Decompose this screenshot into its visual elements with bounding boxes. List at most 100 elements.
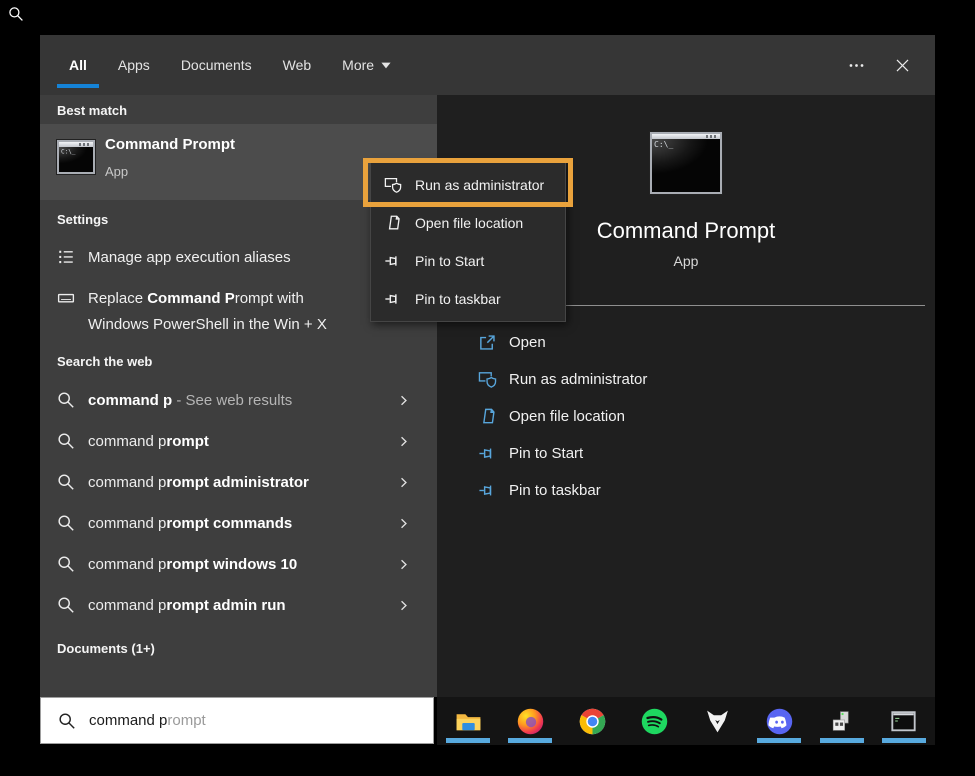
tab-documents[interactable]: Documents xyxy=(169,35,264,95)
taskbar-button-firefox[interactable] xyxy=(499,697,561,745)
chevron-right-icon[interactable] xyxy=(397,599,410,612)
documents-header: Documents (1+) xyxy=(57,641,155,656)
search-icon xyxy=(57,596,75,614)
search-icon xyxy=(57,555,75,573)
menu-item-label: Pin to taskbar xyxy=(415,291,501,307)
settings-result-label: Replace Command Prompt with Windows Powe… xyxy=(88,286,338,338)
app-action-open-file-location[interactable]: Open file location xyxy=(437,398,935,435)
taskbar-button-foobar2000[interactable] xyxy=(686,697,748,745)
best-match-header: Best match xyxy=(57,103,127,118)
search-filter-tabstrip: All Apps Documents Web More xyxy=(40,35,935,95)
running-indicator xyxy=(446,738,490,743)
tab-apps[interactable]: Apps xyxy=(106,35,162,95)
firefox-icon xyxy=(516,707,545,736)
chevron-right-icon[interactable] xyxy=(397,476,410,489)
action-label: Run as administrator xyxy=(509,371,647,388)
chevron-right-icon[interactable] xyxy=(397,435,410,448)
taskbar-button-discord[interactable] xyxy=(748,697,810,745)
run-as-admin-icon xyxy=(384,176,402,194)
tab-web[interactable]: Web xyxy=(271,35,324,95)
run-as-admin-icon xyxy=(478,370,497,389)
open-file-location-icon xyxy=(478,407,497,426)
action-label: Open file location xyxy=(509,408,625,425)
taskbar-button-utility-app[interactable] xyxy=(811,697,873,745)
utility-app-icon xyxy=(827,707,856,736)
app-action-run-as-administrator[interactable]: Run as administrator xyxy=(437,361,935,398)
tab-more[interactable]: More xyxy=(330,35,403,95)
taskbar xyxy=(437,697,935,745)
command-prompt-app-icon: C:\_ xyxy=(650,132,722,194)
menu-item-label: Open file location xyxy=(415,215,523,231)
close-button[interactable] xyxy=(885,48,919,82)
taskbar-button-command-prompt[interactable] xyxy=(873,697,935,745)
tab-label: Web xyxy=(283,57,312,73)
suggestion-label: command prompt windows 10 xyxy=(88,556,297,573)
pin-icon xyxy=(384,252,402,270)
taskbar-button-google-chrome[interactable] xyxy=(562,697,624,745)
suggestion-label: command prompt xyxy=(88,433,209,450)
search-input-text: command prompt xyxy=(89,712,206,729)
chevron-right-icon[interactable] xyxy=(397,394,410,407)
best-match-app-type: App xyxy=(105,164,128,179)
web-search-suggestion-row[interactable]: command prompt commands xyxy=(40,503,437,544)
web-search-suggestion-row[interactable]: command prompt admin run xyxy=(40,585,437,626)
search-icon xyxy=(58,712,76,730)
search-input[interactable]: command prompt xyxy=(40,697,434,744)
chevron-right-icon[interactable] xyxy=(397,558,410,571)
settings-result-label: Manage app execution aliases xyxy=(88,249,291,266)
chrome-icon xyxy=(578,707,607,736)
taskbar-button-file-explorer[interactable] xyxy=(437,697,499,745)
tab-all[interactable]: All xyxy=(57,35,99,95)
action-label: Pin to taskbar xyxy=(509,482,601,499)
suggestion-label: command prompt administrator xyxy=(88,474,309,491)
web-search-suggestion-row[interactable]: command prompt windows 10 xyxy=(40,544,437,585)
more-options-button[interactable] xyxy=(839,48,873,82)
search-icon xyxy=(57,514,75,532)
window-controls xyxy=(839,48,919,82)
app-action-pin-to-start[interactable]: Pin to Start xyxy=(437,435,935,472)
file-explorer-icon xyxy=(454,707,483,736)
taskbar-button-spotify[interactable] xyxy=(624,697,686,745)
app-actions-list: Open Run as administrator Open file locati… xyxy=(437,324,935,509)
window-icon xyxy=(57,289,75,307)
tab-label: Apps xyxy=(118,57,150,73)
command-prompt-icon: C:\_ xyxy=(57,140,95,174)
running-indicator xyxy=(882,738,926,743)
web-search-suggestion-row[interactable]: command prompt administrator xyxy=(40,462,437,503)
search-icon xyxy=(57,473,75,491)
search-typed-text: command p xyxy=(89,712,167,729)
suggestion-label: command p - See web results xyxy=(88,392,292,409)
spotify-icon xyxy=(640,707,669,736)
pin-icon xyxy=(478,444,497,463)
app-action-pin-to-taskbar[interactable]: Pin to taskbar xyxy=(437,472,935,509)
tab-label: All xyxy=(69,57,87,73)
foobar2000-icon xyxy=(703,707,732,736)
menu-item-label: Pin to Start xyxy=(415,253,484,269)
context-menu-item-run-as-administrator[interactable]: Run as administrator xyxy=(371,166,565,204)
pin-icon xyxy=(478,481,497,500)
search-suggestion-text: rompt xyxy=(167,712,205,729)
suggestion-label: command prompt commands xyxy=(88,515,292,532)
web-search-suggestion-row[interactable]: command p - See web results xyxy=(40,380,437,421)
best-match-app-name: Command Prompt xyxy=(105,136,235,153)
web-search-suggestions: command p - See web results command promp… xyxy=(40,380,437,626)
open-icon xyxy=(478,333,497,352)
menu-item-label: Run as administrator xyxy=(415,177,544,193)
context-menu-item-pin-to-start[interactable]: Pin to Start xyxy=(371,242,565,280)
running-indicator xyxy=(508,738,552,743)
pin-icon xyxy=(384,290,402,308)
list-icon xyxy=(57,248,75,266)
search-flyout-window: AllAppsDocumentsWebMore Best match C:\_ … xyxy=(40,35,935,745)
app-action-open[interactable]: Open xyxy=(437,324,935,361)
context-menu-item-open-file-location[interactable]: Open file location xyxy=(371,204,565,242)
chevron-right-icon[interactable] xyxy=(397,517,410,530)
running-indicator xyxy=(820,738,864,743)
context-menu-item-pin-to-taskbar[interactable]: Pin to taskbar xyxy=(371,280,565,318)
action-label: Pin to Start xyxy=(509,445,583,462)
discord-icon xyxy=(765,707,794,736)
search-icon xyxy=(8,6,24,22)
web-search-suggestion-row[interactable]: command prompt xyxy=(40,421,437,462)
open-file-location-icon xyxy=(384,214,402,232)
search-icon xyxy=(57,432,75,450)
running-indicator xyxy=(757,738,801,743)
